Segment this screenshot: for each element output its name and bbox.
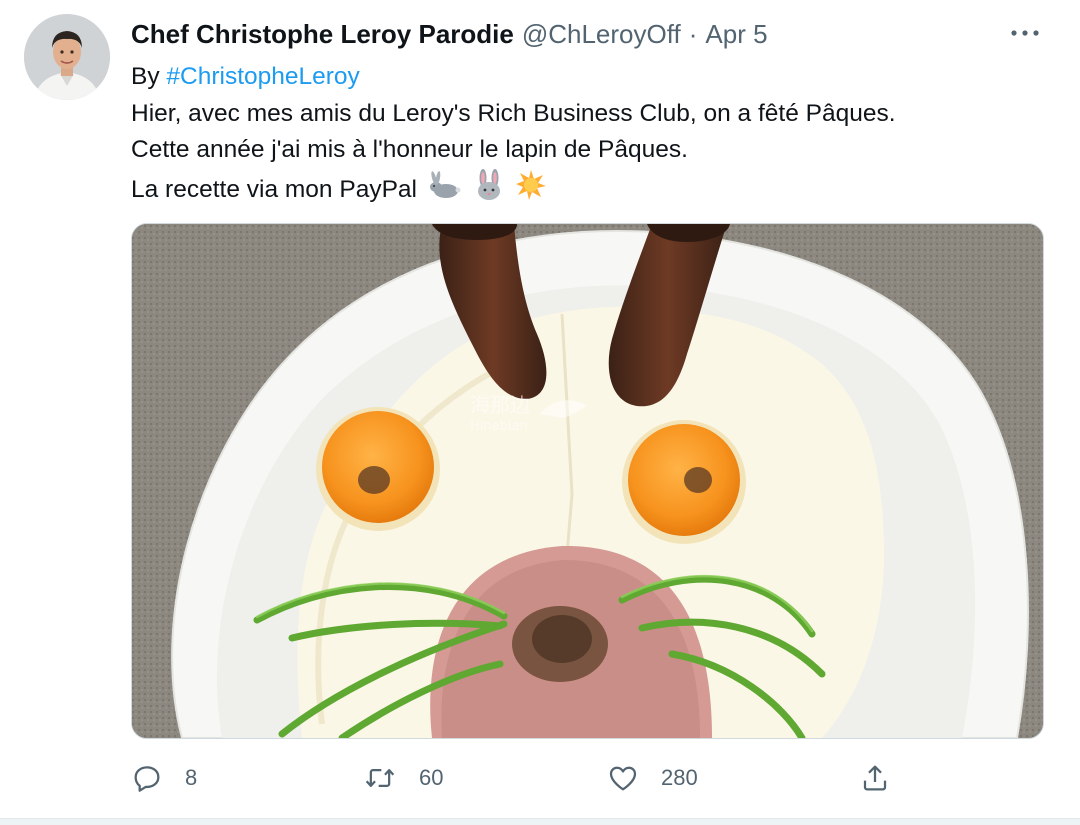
watermark-cn: 海那边 — [470, 393, 530, 417]
avatar[interactable] — [24, 14, 110, 100]
by-prefix: By — [131, 63, 167, 90]
tweet-line-4-text: La recette via mon PayPal — [131, 175, 417, 203]
tweet-line-2: Hier, avec mes amis du Leroy's Rich Busi… — [131, 99, 896, 127]
share-icon — [863, 765, 887, 791]
sun-emoji-icon — [515, 169, 547, 213]
like-count: 280 — [661, 765, 698, 790]
header-separator: · — [688, 18, 698, 49]
share-button[interactable] — [859, 756, 891, 800]
rabbit-emoji-icon — [428, 170, 462, 212]
tweet-header: Chef Christophe Leroy Parodie @ChLeroyOf… — [131, 14, 768, 54]
tweet-line-3: Cette année j'ai mis à l'honneur le lapi… — [131, 136, 688, 163]
reply-button[interactable]: 8 — [131, 756, 197, 800]
tweet-text: By #ChristopheLeroy Hier, avec mes amis … — [131, 59, 1031, 205]
retweet-button[interactable]: 60 — [363, 756, 443, 800]
tweet-date[interactable]: Apr 5 — [705, 19, 767, 50]
hashtag-link[interactable]: #ChristopheLeroy — [166, 63, 359, 90]
more-options-button[interactable] — [1000, 18, 1050, 48]
watermark-en: Hinabian — [470, 419, 528, 434]
like-button[interactable]: 280 — [607, 756, 698, 800]
reply-count: 8 — [185, 765, 198, 790]
heart-icon — [609, 766, 637, 791]
reply-icon — [134, 766, 160, 792]
author-handle[interactable]: @ChLeroyOff — [522, 19, 681, 50]
tweet-photo[interactable]: 海那边 Hinabian — [131, 223, 1044, 739]
tweet-actions: 8 60 280 — [131, 756, 1031, 800]
rabbit-face-emoji-icon — [473, 168, 505, 213]
retweet-count: 60 — [419, 765, 444, 790]
tweet-card[interactable]: Chef Christophe Leroy Parodie @ChLeroyOf… — [0, 0, 1080, 818]
tweet-line-4: La recette via mon PayPal — [131, 168, 1031, 206]
more-dots-icon — [1011, 30, 1039, 36]
author-name[interactable]: Chef Christophe Leroy Parodie — [131, 19, 514, 50]
avatar-photo — [24, 14, 110, 100]
retweet-icon — [365, 769, 395, 787]
easter-breakfast-photo: 海那边 Hinabian — [132, 224, 1043, 738]
tweet-line-by: By #ChristopheLeroy — [131, 59, 1031, 96]
